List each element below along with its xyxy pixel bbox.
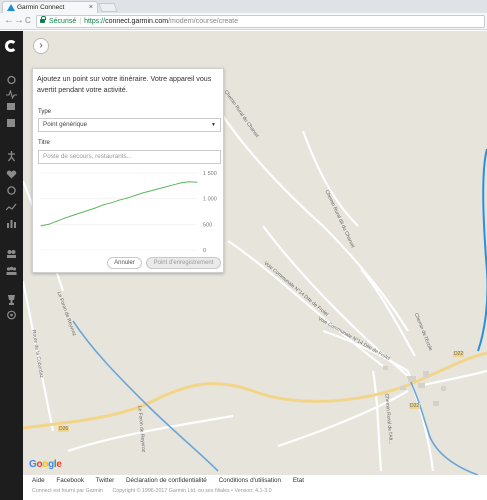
footer-copyright-text: Copyright © 1996-2017 Garmin Ltd. ou ses… [112, 488, 272, 494]
elevation-point [118, 199, 120, 201]
connections-icon[interactable] [6, 245, 17, 258]
elevation-point [180, 182, 182, 184]
sidebar-nav [0, 31, 23, 500]
browser-tab-bar: Garmin Connect × [0, 0, 487, 13]
y-tick-label: 1 500 [203, 171, 217, 177]
footer-link-facebook[interactable]: Facebook [56, 477, 84, 484]
elevation-point [110, 202, 112, 204]
new-tab-button[interactable] [98, 3, 118, 12]
reload-button[interactable]: C [25, 15, 31, 27]
insights-icon[interactable] [5, 199, 17, 211]
elevation-point [95, 207, 97, 209]
groups-icon[interactable] [6, 262, 17, 275]
url-host: connect.garmin.com [105, 18, 169, 25]
elevation-point [48, 223, 50, 225]
forward-button[interactable]: → [14, 15, 24, 27]
chevron-down-icon: ▼ [211, 122, 216, 128]
title-input[interactable]: Poste de secours, restaurants... [38, 150, 221, 164]
collapse-panel-button[interactable]: › [33, 38, 49, 54]
calendar-icon[interactable] [6, 102, 17, 111]
elevation-point [165, 186, 167, 188]
tab-close-icon[interactable]: × [89, 2, 93, 13]
elevation-point [134, 195, 136, 197]
garmin-connect-logo-icon[interactable] [5, 40, 17, 52]
footer-copyright: Connect est fourni par Garmin Copyright … [32, 488, 280, 494]
elevation-point [173, 184, 175, 186]
panel-message: Ajoutez un point sur votre itinéraire. V… [37, 75, 212, 94]
google-logo: Google [29, 459, 62, 470]
y-tick-label: 0 [203, 248, 206, 254]
footer-link-status[interactable]: Etat [293, 477, 304, 484]
garmin-favicon-icon [7, 4, 15, 11]
type-label: Type [38, 109, 52, 115]
add-point-panel: Ajoutez un point sur votre itinéraire. V… [32, 68, 224, 273]
reports-icon[interactable] [6, 215, 17, 228]
security-label: Sécurisé [49, 18, 77, 25]
footer-powered-by: Connect est fourni par Garmin [32, 488, 103, 494]
footer-link-terms[interactable]: Conditions d'utilisation [219, 477, 281, 484]
elevation-line [40, 181, 198, 227]
elevation-point [71, 215, 73, 217]
cancel-button[interactable]: Annuler [107, 257, 142, 269]
dashboard-icon[interactable] [6, 71, 17, 85]
elevation-chart: 1 500 1 000 500 0 [40, 171, 217, 254]
trophy-icon[interactable] [6, 292, 17, 305]
url-path: /modern/course/create [168, 18, 239, 25]
address-bar[interactable]: Sécurisé | https://connect.garmin.com/mode… [36, 15, 485, 28]
elevation-point [40, 225, 42, 227]
elevation-point [87, 209, 89, 211]
elevation-point [102, 204, 104, 206]
road-number-badge: D22 [409, 403, 421, 409]
elevation-point [157, 188, 159, 190]
y-tick-label: 500 [203, 222, 212, 228]
footer-links: Aide Facebook Twitter Déclaration de con… [32, 477, 314, 484]
browser-toolbar: ← → C Sécurisé | https://connect.garmin.co… [0, 13, 487, 30]
url-scheme: https:// [84, 18, 106, 25]
browser-tab[interactable]: Garmin Connect × [2, 1, 98, 13]
save-point-button[interactable]: Point d'enregistrement [146, 257, 221, 269]
elevation-point [188, 181, 190, 183]
footer-link-twitter[interactable]: Twitter [96, 477, 115, 484]
road-number-badge: D26 [58, 426, 70, 432]
pulse-icon[interactable] [6, 86, 17, 100]
elevation-point [79, 212, 81, 214]
elevation-point [196, 181, 198, 183]
type-select-value: Point générique [43, 121, 88, 128]
elevation-point [126, 197, 128, 199]
target-icon[interactable] [6, 307, 17, 320]
lock-icon [40, 16, 46, 23]
type-select[interactable]: Point générique ▼ [38, 118, 221, 132]
title-label: Titre [38, 140, 50, 146]
elevation-point [141, 192, 143, 194]
elevation-point [56, 220, 58, 222]
heart-icon[interactable] [6, 166, 17, 179]
stopwatch-icon[interactable] [6, 182, 17, 195]
training-icon[interactable] [6, 149, 17, 162]
tab-title: Garmin Connect [17, 4, 65, 11]
page-footer: Aide Facebook Twitter Déclaration de con… [23, 475, 487, 500]
road-number-badge: D22 [453, 351, 465, 357]
y-tick-label: 1 000 [203, 197, 217, 203]
list-icon[interactable] [6, 118, 17, 127]
back-button[interactable]: ← [4, 15, 14, 27]
elevation-point [63, 217, 65, 219]
footer-link-help[interactable]: Aide [32, 477, 45, 484]
footer-link-privacy[interactable]: Déclaration de confidentialité [126, 477, 207, 484]
elevation-point [149, 190, 151, 192]
